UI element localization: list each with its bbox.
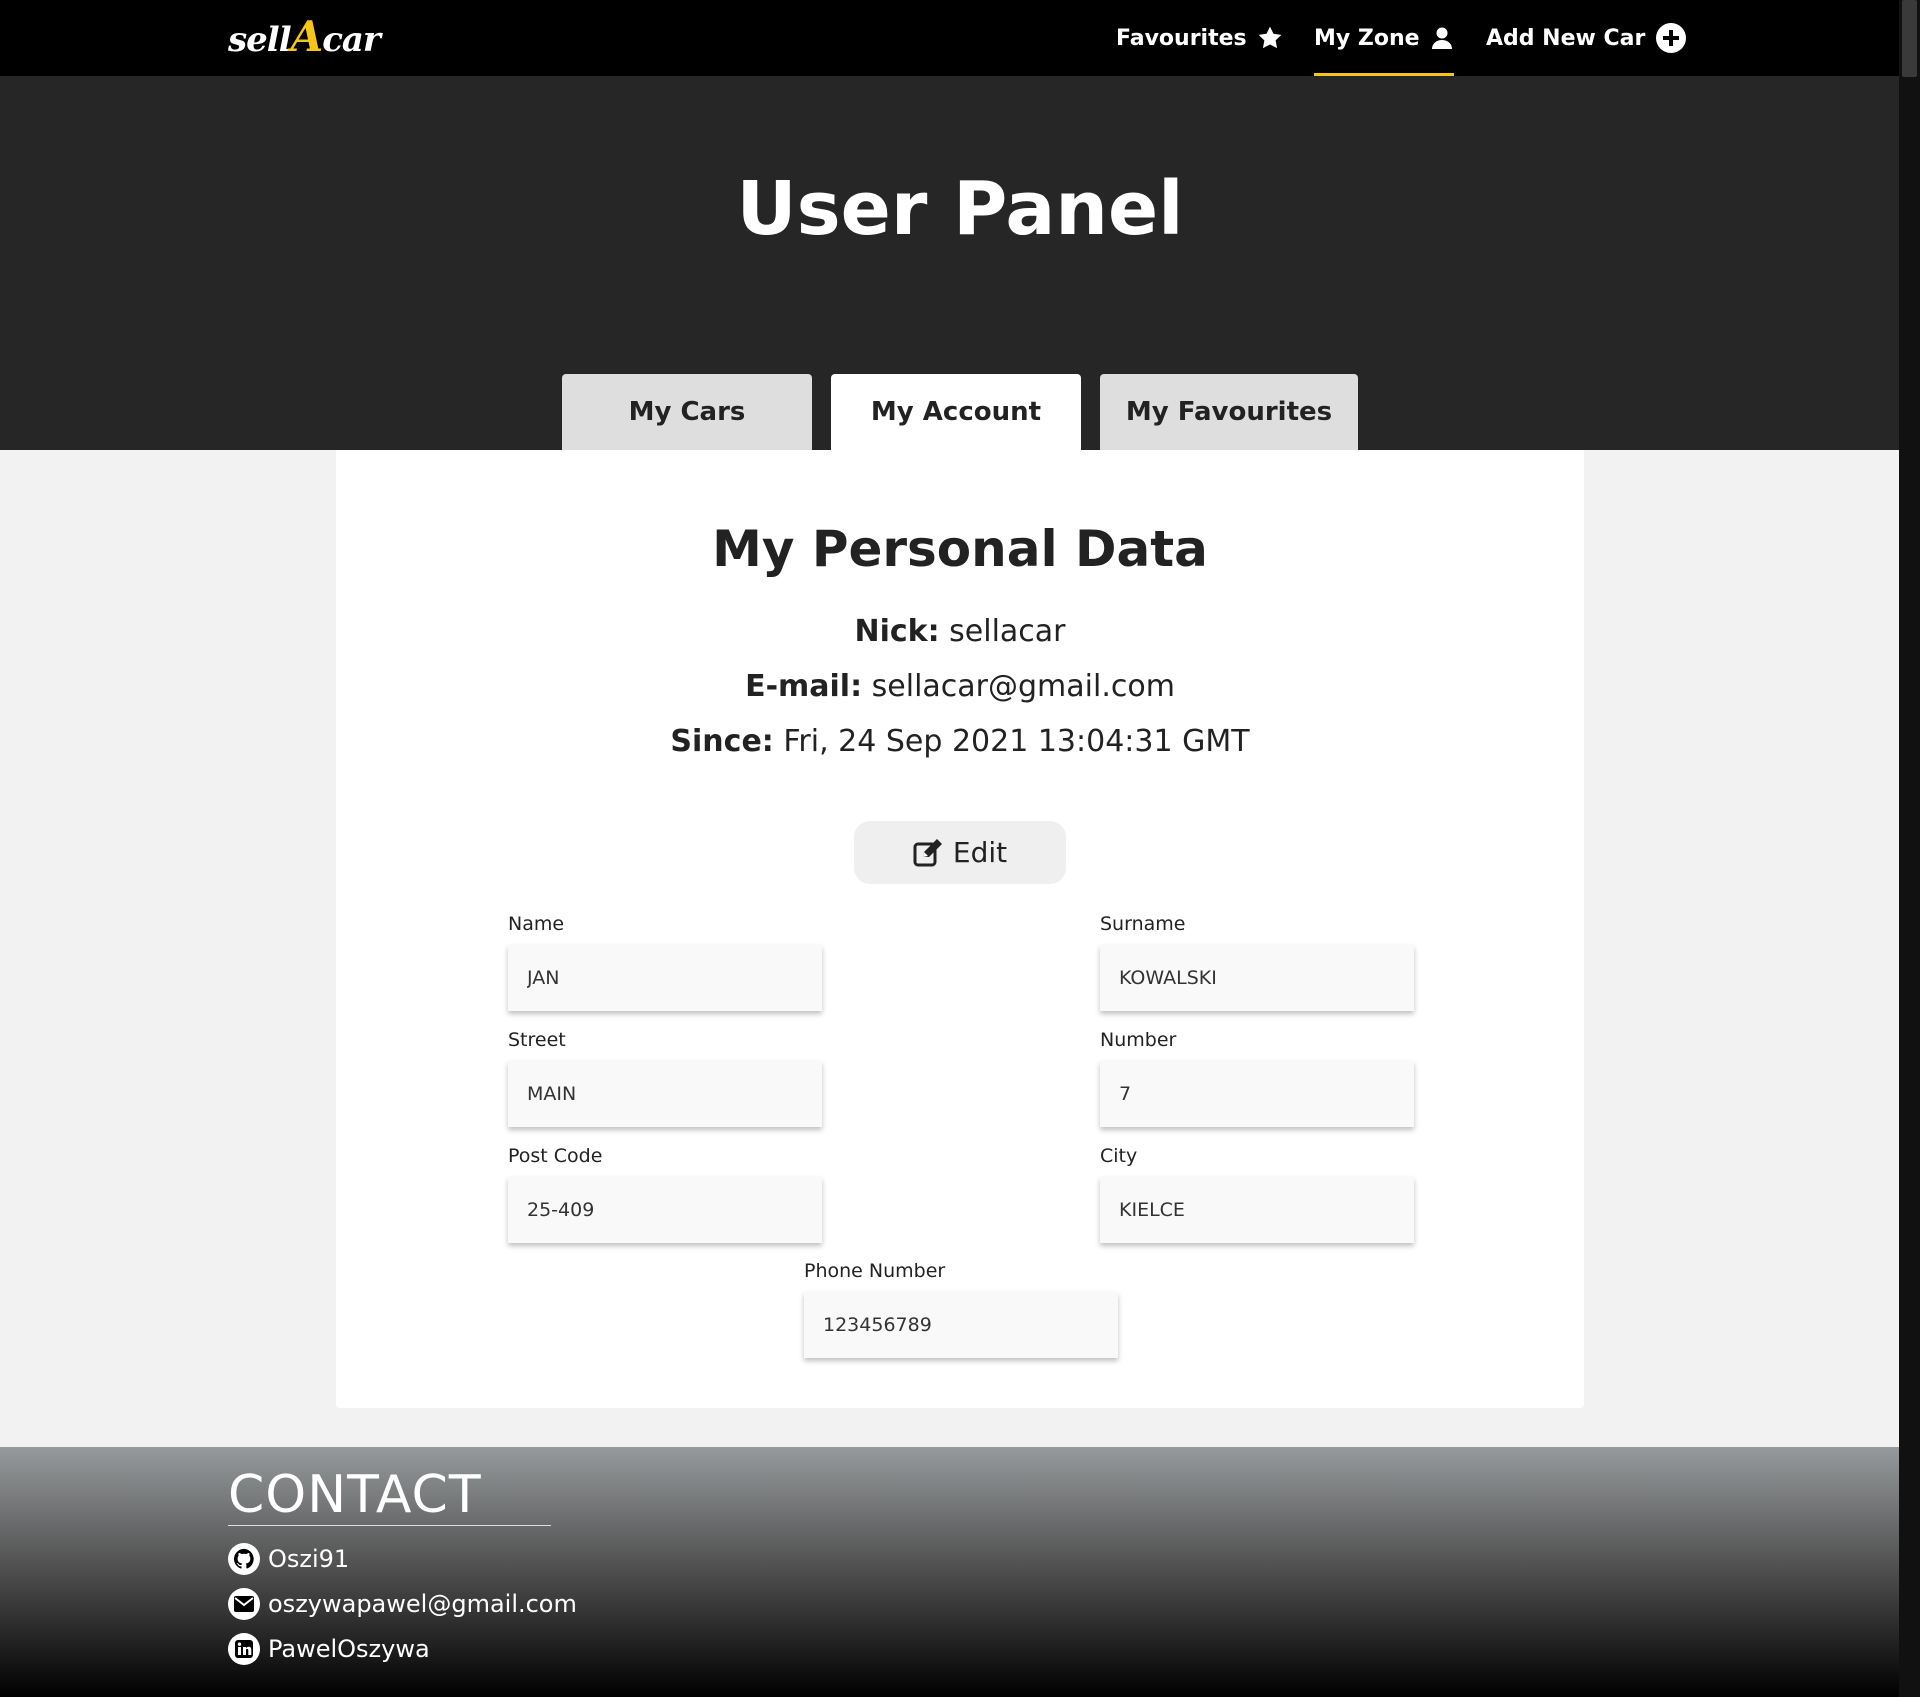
edit-icon xyxy=(913,838,942,866)
scrollbar-thumb[interactable] xyxy=(1902,0,1917,77)
tab-my-account[interactable]: My Account xyxy=(831,374,1081,450)
email-label: E-mail: xyxy=(745,669,863,704)
nav-favourites-label: Favourites xyxy=(1116,25,1247,51)
name-field: Name xyxy=(508,913,822,1011)
nick-label: Nick: xyxy=(854,614,940,649)
since-line: Since: Fri, 24 Sep 2021 13:04:31 GMT xyxy=(336,724,1584,759)
contact-linkedin-link[interactable]: PawelOszywa xyxy=(228,1631,430,1667)
page-title: User Panel xyxy=(736,166,1184,252)
nav-my-zone[interactable]: My Zone xyxy=(1314,0,1454,76)
nick-line: Nick: sellacar xyxy=(336,614,1584,649)
contact-github-link[interactable]: Oszi91 xyxy=(228,1541,349,1577)
nick-value: sellacar xyxy=(949,614,1066,649)
contact-email-label: oszywapawel@gmail.com xyxy=(268,1590,577,1618)
logo-text-car: car xyxy=(322,20,381,60)
navbar: sellAcar Favourites My Zone Add New Car xyxy=(0,0,1899,76)
contact-github-label: Oszi91 xyxy=(268,1545,350,1573)
phone-label: Phone Number xyxy=(804,1260,946,1282)
phone-input[interactable] xyxy=(804,1292,1118,1358)
linkedin-icon xyxy=(228,1633,260,1665)
number-input[interactable] xyxy=(1100,1061,1414,1127)
name-input[interactable] xyxy=(508,945,822,1011)
nav-add-new-car-label: Add New Car xyxy=(1486,25,1646,51)
nav-my-zone-label: My Zone xyxy=(1314,25,1420,51)
contact-title: CONTACT xyxy=(228,1465,551,1526)
github-icon xyxy=(228,1543,260,1575)
post-code-label: Post Code xyxy=(508,1145,603,1167)
logo-text-sell: sell xyxy=(228,20,292,60)
personal-data-title: My Personal Data xyxy=(712,520,1208,578)
logo[interactable]: sellAcar xyxy=(228,12,381,62)
since-value: Fri, 24 Sep 2021 13:04:31 GMT xyxy=(783,724,1250,759)
user-icon xyxy=(1431,27,1452,49)
email-line: E-mail: sellacar@gmail.com xyxy=(336,669,1584,704)
post-code-input[interactable] xyxy=(508,1177,822,1243)
edit-button[interactable]: Edit xyxy=(854,821,1066,884)
hero-section: User Panel My Cars My Account My Favouri… xyxy=(0,76,1899,450)
plus-circle-icon xyxy=(1656,23,1687,53)
edit-label: Edit xyxy=(952,836,1008,869)
city-input[interactable] xyxy=(1100,1177,1414,1243)
contact-email-link[interactable]: oszywapawel@gmail.com xyxy=(228,1586,577,1622)
name-label: Name xyxy=(508,913,565,935)
phone-field: Phone Number xyxy=(804,1260,1118,1358)
footer: CONTACT Oszi91 oszywapawel@gmail.com Paw… xyxy=(0,1447,1899,1697)
surname-label: Surname xyxy=(1100,913,1186,935)
number-field: Number xyxy=(1100,1029,1414,1127)
post-code-field: Post Code xyxy=(508,1145,822,1243)
account-card: My Personal Data Nick: sellacar E-mail: … xyxy=(336,450,1584,1408)
star-icon xyxy=(1258,26,1281,49)
city-field: City xyxy=(1100,1145,1414,1243)
street-label: Street xyxy=(508,1029,566,1051)
email-value: sellacar@gmail.com xyxy=(871,669,1175,704)
tab-my-favourites[interactable]: My Favourites xyxy=(1100,374,1358,450)
envelope-icon xyxy=(228,1588,260,1620)
since-label: Since: xyxy=(670,724,774,759)
number-label: Number xyxy=(1100,1029,1177,1051)
contact-linkedin-label: PawelOszywa xyxy=(268,1635,430,1663)
nav-favourites[interactable]: Favourites xyxy=(1116,0,1283,76)
scrollbar[interactable] xyxy=(1899,0,1920,1697)
street-field: Street xyxy=(508,1029,822,1127)
surname-input[interactable] xyxy=(1100,945,1414,1011)
nav-add-new-car[interactable]: Add New Car xyxy=(1486,0,1687,76)
surname-field: Surname xyxy=(1100,913,1414,1011)
logo-text-a: A xyxy=(290,12,324,61)
street-input[interactable] xyxy=(508,1061,822,1127)
tab-my-cars[interactable]: My Cars xyxy=(562,374,812,450)
city-label: City xyxy=(1100,1145,1138,1167)
